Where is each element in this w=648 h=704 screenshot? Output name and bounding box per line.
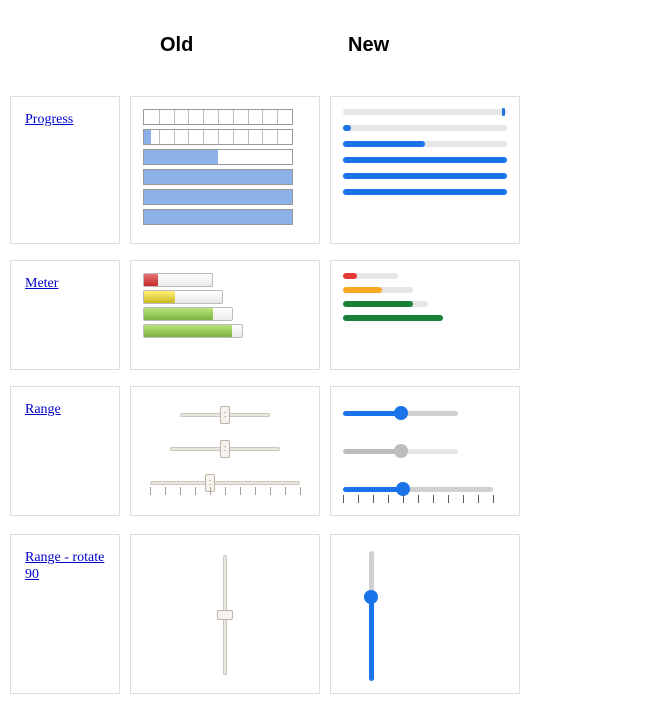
row-label-cell: Range - rotate 90 [10,534,120,694]
old-meter-bar [143,290,223,304]
new-range-slider[interactable] [343,399,458,429]
range-rotate-new-cell [330,534,520,694]
meter-fill [144,291,175,303]
meter-old-cell [130,260,320,370]
progress-fill [144,170,292,184]
slider-thumb-icon[interactable] [364,590,378,604]
slider-track [150,481,300,485]
row-range-rotate: Range - rotate 90 [10,534,648,694]
new-meter-bar [343,273,398,279]
slider-thumb-icon[interactable] [396,482,410,496]
row-label-cell: Range [10,386,120,516]
meter-fill [144,308,213,320]
old-progress-bar [143,209,293,225]
new-progress-bar [343,173,507,179]
old-progress-bar [143,129,293,145]
new-vertical-fill [369,597,374,682]
meter-fill [144,274,158,286]
new-progress-bar [343,157,507,163]
row-progress: Progress [10,96,648,244]
progress-new-cell [330,96,520,244]
old-progress-group [143,109,293,225]
row-range: Range [10,386,648,516]
old-progress-bar [143,109,293,125]
new-progress-bar [343,141,507,147]
progress-fill [343,157,507,163]
progress-link[interactable]: Progress [25,112,73,127]
meter-fill [343,315,443,321]
old-meter-group [143,273,307,338]
progress-fill [343,189,507,195]
progress-fill [144,190,292,204]
new-meter-group [343,273,507,321]
meter-link[interactable]: Meter [25,276,58,291]
meter-fill [343,287,382,293]
new-meter-bar [343,315,443,321]
old-range-group [143,399,307,497]
old-vertical-range[interactable] [215,555,235,675]
old-meter-bar [143,324,243,338]
old-range-slider[interactable] [180,399,270,429]
new-meter-bar [343,301,428,307]
meter-fill [144,325,232,337]
new-range-slider [343,437,458,467]
slider-thumb-icon [394,444,408,458]
progress-fill [144,150,218,164]
meter-new-cell [330,260,520,370]
slider-thumb-icon[interactable] [220,440,230,458]
new-meter-bar [343,287,413,293]
slider-thumb-icon[interactable] [394,406,408,420]
range-link[interactable]: Range [25,402,61,417]
old-progress-bar [143,149,293,165]
meter-fill [343,301,413,307]
range-new-cell [330,386,520,516]
range-old-cell [130,386,320,516]
old-range-slider[interactable] [170,433,280,463]
row-label-cell: Progress [10,96,120,244]
progress-fill [343,173,507,179]
slider-thumb-icon[interactable] [220,406,230,424]
old-progress-bar [143,189,293,205]
progress-old-cell [130,96,320,244]
slider-thumb-icon[interactable] [217,610,233,620]
old-meter-bar [143,307,233,321]
range-rotate-old-cell [130,534,320,694]
slider-track [343,487,493,492]
meter-fill [343,273,357,279]
progress-fill [144,130,151,144]
range-rotate-link[interactable]: Range - rotate 90 [25,550,104,582]
progress-fill [343,141,425,147]
old-meter-bar [143,273,213,287]
old-range-slider[interactable] [150,467,300,497]
new-range-group [343,399,507,505]
progress-fill [144,210,292,224]
new-progress-bar [343,189,507,195]
new-progress-group [343,109,507,195]
new-progress-bar [343,109,507,115]
new-vertical-range[interactable] [361,551,381,681]
new-range-slider[interactable] [343,475,493,505]
row-label-cell: Meter [10,260,120,370]
header-old: Old [160,34,193,57]
row-meter: Meter [10,260,648,370]
progress-fill [343,125,351,131]
comparison-page: Old New Progress Meter Range [0,0,648,704]
header-new: New [348,34,389,57]
new-progress-bar [343,125,507,131]
old-progress-bar [143,169,293,185]
